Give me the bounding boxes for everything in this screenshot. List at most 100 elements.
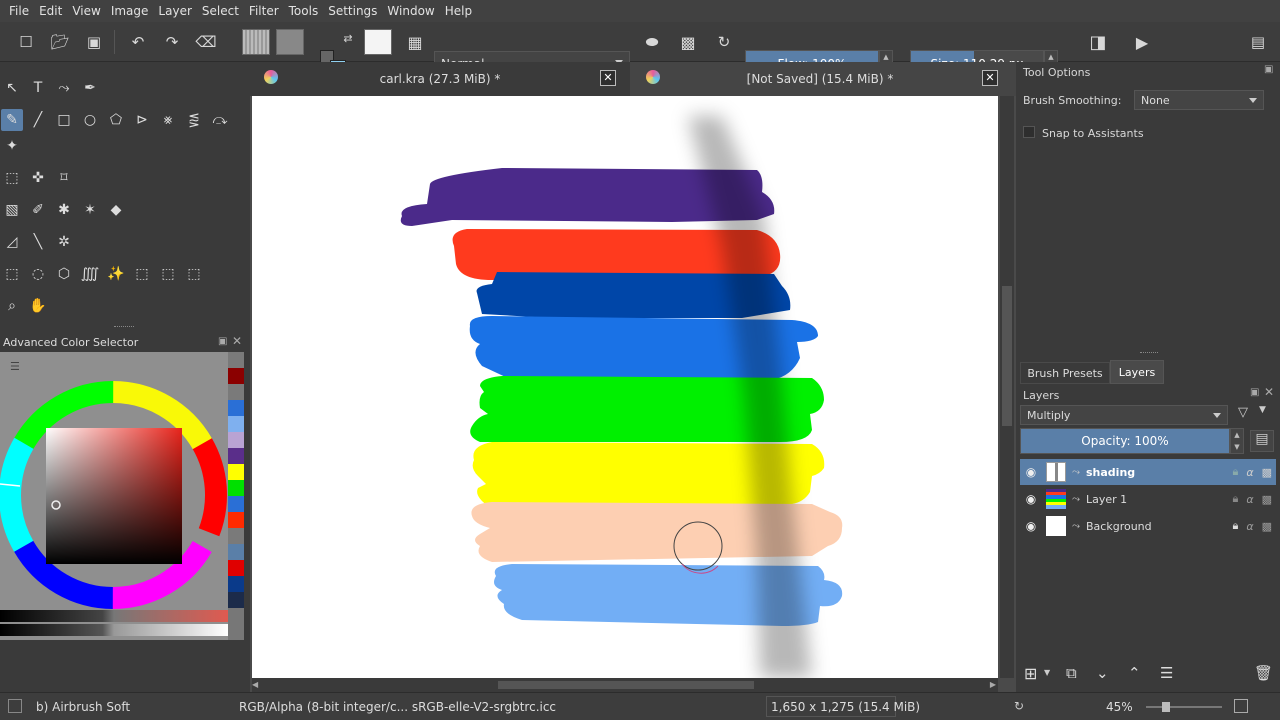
crop-tool-icon[interactable]: ⌑ bbox=[53, 167, 75, 189]
menu-edit[interactable]: Edit bbox=[34, 4, 67, 18]
bezier-select-tool-icon[interactable]: ⬚ bbox=[157, 263, 179, 285]
alpha-lock-icon[interactable]: α bbox=[1246, 493, 1253, 506]
tab-document-1[interactable]: carl.kra (27.3 MiB) * bbox=[280, 66, 600, 92]
transform-tool-icon[interactable]: ⬚ bbox=[1, 167, 23, 189]
palette-swatch[interactable] bbox=[228, 544, 244, 560]
scroll-left-icon[interactable]: ◀ bbox=[252, 680, 258, 689]
tab-layers[interactable]: Layers bbox=[1110, 360, 1164, 384]
layer-link-icon[interactable]: ⤳ bbox=[1072, 494, 1080, 505]
docker-close-icon[interactable]: ✕ bbox=[232, 334, 242, 348]
measure-tool-icon[interactable]: ◿ bbox=[1, 231, 23, 253]
clear-icon[interactable]: ⌫ bbox=[194, 30, 218, 54]
layer-lock-icon[interactable]: 🔒︎ bbox=[1232, 519, 1238, 533]
status-zoom[interactable]: 45% bbox=[1106, 700, 1133, 714]
smart-patch-tool-icon[interactable]: ✱ bbox=[53, 199, 75, 221]
docker-float-icon[interactable]: ▣ bbox=[1264, 64, 1273, 75]
layer-properties-icon[interactable]: ☰ bbox=[1160, 664, 1173, 682]
palette-swatch[interactable] bbox=[228, 384, 244, 400]
visibility-eye-icon[interactable]: ◉ bbox=[1020, 465, 1042, 479]
palette-swatch[interactable] bbox=[228, 560, 244, 576]
color-wheel[interactable] bbox=[0, 352, 230, 640]
dynamic-brush-tool-icon[interactable]: ⤼ bbox=[209, 109, 231, 131]
freehand-path-tool-icon[interactable]: ⪏ bbox=[183, 109, 205, 131]
docker-splitter[interactable] bbox=[1140, 352, 1158, 353]
freehand-brush-tool-icon[interactable]: ✎ bbox=[1, 109, 23, 131]
polyline-tool-icon[interactable]: ⊳ bbox=[131, 109, 153, 131]
inherit-alpha-icon[interactable]: ▩ bbox=[1262, 493, 1272, 506]
rotate-canvas-icon[interactable]: ↻ bbox=[1014, 699, 1024, 713]
palette-swatch[interactable] bbox=[228, 576, 244, 592]
move-layer-up-icon[interactable]: ⌃ bbox=[1128, 664, 1141, 682]
visibility-eye-icon[interactable]: ◉ bbox=[1020, 519, 1042, 533]
rectangle-tool-icon[interactable]: □ bbox=[53, 109, 75, 131]
palette-swatch[interactable] bbox=[228, 400, 244, 416]
eraser-mode-icon[interactable]: ⬬ bbox=[640, 30, 664, 54]
layer-lock-icon[interactable]: 🔒︎ bbox=[1232, 465, 1238, 479]
workspace-chooser-icon[interactable]: ▤ bbox=[1246, 30, 1270, 54]
fill-pattern-swatch[interactable] bbox=[276, 29, 304, 55]
layer-row-shading[interactable]: ◉ ⤳ shading 🔒︎ α ▩ bbox=[1020, 459, 1276, 485]
layer-filter-icon[interactable]: ▽ bbox=[1238, 405, 1248, 420]
horizontal-scrollbar[interactable]: ◀ ▶ bbox=[252, 678, 998, 692]
menu-image[interactable]: Image bbox=[106, 4, 154, 18]
menu-help[interactable]: Help bbox=[440, 4, 477, 18]
close-tab-1-icon[interactable]: ✕ bbox=[600, 70, 616, 86]
line-tool-icon[interactable]: ╱ bbox=[27, 109, 49, 131]
layer-lock-icon[interactable]: 🔒︎ bbox=[1232, 492, 1238, 506]
layer-opacity-slider[interactable]: Opacity: 100% bbox=[1020, 428, 1230, 454]
move-tool-icon[interactable]: ✜ bbox=[27, 167, 49, 189]
color-picker-tool-icon[interactable]: ✐ bbox=[27, 199, 49, 221]
polygon-tool-icon[interactable]: ⬠ bbox=[105, 109, 127, 131]
drawing-canvas[interactable] bbox=[252, 96, 998, 678]
fill-tool-icon[interactable]: ◆ bbox=[105, 199, 127, 221]
bezier-tool-icon[interactable]: ⨳ bbox=[157, 109, 179, 131]
shade-slider-1[interactable] bbox=[0, 610, 228, 622]
edit-shapes-tool-icon[interactable]: ⤳ bbox=[53, 77, 75, 99]
zoom-slider[interactable] bbox=[1146, 702, 1222, 712]
colorize-mask-tool-icon[interactable]: ✶ bbox=[79, 199, 101, 221]
delete-layer-icon[interactable]: 🗑︎ bbox=[1254, 664, 1273, 682]
scroll-right-icon[interactable]: ▶ bbox=[990, 680, 996, 689]
palette-swatch[interactable] bbox=[228, 464, 244, 480]
zoom-slider-handle[interactable] bbox=[1162, 702, 1170, 712]
mirror-horizontal-icon[interactable]: ◨ bbox=[1086, 30, 1110, 54]
similar-select-tool-icon[interactable]: ⬚ bbox=[131, 263, 153, 285]
menu-window[interactable]: Window bbox=[382, 4, 439, 18]
inherit-alpha-icon[interactable]: ▩ bbox=[1262, 466, 1272, 479]
docker-float-icon[interactable]: ▣ bbox=[218, 336, 227, 347]
zoom-tool-icon[interactable]: ⌕ bbox=[1, 295, 23, 317]
multibrush-tool-icon[interactable]: ✦ bbox=[1, 135, 23, 157]
ellipse-select-tool-icon[interactable]: ◌ bbox=[27, 263, 49, 285]
palette-swatch[interactable] bbox=[228, 448, 244, 464]
palette-swatch[interactable] bbox=[228, 592, 244, 608]
save-icon[interactable]: ▣ bbox=[82, 30, 106, 54]
palette-swatch[interactable] bbox=[228, 512, 244, 528]
palette-swatch[interactable] bbox=[228, 352, 244, 368]
opacity-spinner[interactable]: ▲ ▼ bbox=[1230, 428, 1244, 454]
palette-swatch[interactable] bbox=[228, 528, 244, 544]
layer-link-icon[interactable]: ⤳ bbox=[1072, 521, 1080, 532]
docker-float-icon[interactable]: ▣ bbox=[1250, 387, 1259, 398]
canvas-only-toggle-icon[interactable] bbox=[1234, 699, 1248, 713]
palette-swatch[interactable] bbox=[228, 480, 244, 496]
alpha-lock-icon[interactable]: α bbox=[1246, 520, 1253, 533]
calligraphy-tool-icon[interactable]: ✒ bbox=[79, 77, 101, 99]
mirror-vertical-icon[interactable]: ▶ bbox=[1130, 30, 1154, 54]
menu-select[interactable]: Select bbox=[197, 4, 244, 18]
text-tool-icon[interactable]: T bbox=[27, 77, 49, 99]
close-tab-2-icon[interactable]: ✕ bbox=[982, 70, 998, 86]
pan-tool-icon[interactable]: ✋ bbox=[27, 295, 49, 317]
undo-icon[interactable]: ↶ bbox=[126, 30, 150, 54]
advanced-color-selector[interactable]: ☰ bbox=[0, 352, 230, 640]
menu-filter[interactable]: Filter bbox=[244, 4, 284, 18]
move-layer-down-icon[interactable]: ⌄ bbox=[1096, 664, 1109, 682]
status-dimensions[interactable]: 1,650 x 1,275 (15.4 MiB) bbox=[771, 700, 920, 714]
alpha-lock-icon[interactable]: α bbox=[1246, 466, 1253, 479]
gradient-tool-icon[interactable]: ▧ bbox=[1, 199, 23, 221]
rectangle-select-tool-icon[interactable]: ⬚ bbox=[1, 263, 23, 285]
menu-tools[interactable]: Tools bbox=[284, 4, 324, 18]
docker-close-icon[interactable]: ✕ bbox=[1264, 385, 1274, 399]
horizontal-scroll-thumb[interactable] bbox=[498, 681, 754, 689]
freehand-select-tool-icon[interactable]: ⨌ bbox=[79, 263, 101, 285]
reload-preset-icon[interactable]: ↻ bbox=[712, 30, 736, 54]
